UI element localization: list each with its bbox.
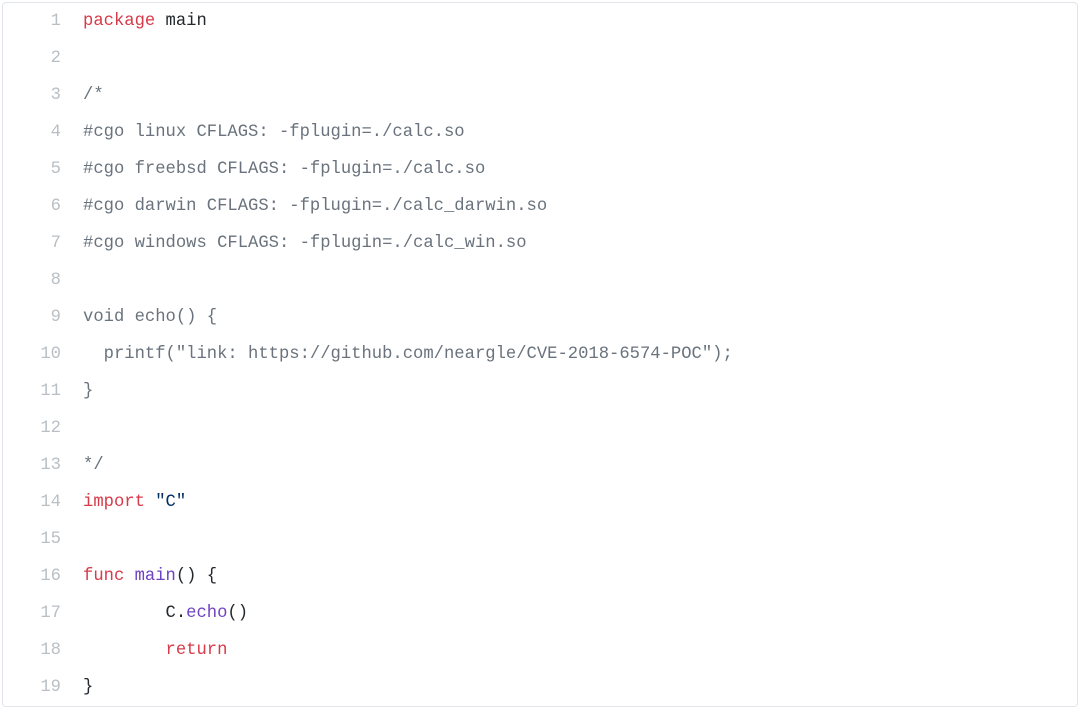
code-content: import "C" [83,484,186,521]
code-token [124,567,134,586]
code-content: func main() { [83,558,217,595]
code-content: /* [83,77,104,114]
code-line: 15 [3,521,1077,558]
code-content: */ [83,447,104,484]
code-line: 11} [3,373,1077,410]
code-content: void echo() { [83,299,217,336]
code-token [83,641,166,660]
code-token: package [83,12,155,31]
line-number: 1 [3,3,83,40]
code-token: echo [186,604,227,623]
line-number: 18 [3,632,83,669]
code-content: package main [83,3,207,40]
code-line: 4#cgo linux CFLAGS: -fplugin=./calc.so [3,114,1077,151]
line-number: 10 [3,336,83,373]
code-line: 17 C.echo() [3,595,1077,632]
code-token: () [227,604,248,623]
line-number: 5 [3,151,83,188]
line-number: 12 [3,410,83,447]
code-token: printf("link: https://github.com/neargle… [83,345,733,364]
code-line: 10 printf("link: https://github.com/near… [3,336,1077,373]
line-number: 3 [3,77,83,114]
code-token: () { [176,567,217,586]
code-content: #cgo linux CFLAGS: -fplugin=./calc.so [83,114,465,151]
code-line: 12 [3,410,1077,447]
line-number: 11 [3,373,83,410]
code-token [155,12,165,31]
code-line: 18 return [3,632,1077,669]
line-number: 7 [3,225,83,262]
line-number: 2 [3,40,83,77]
code-line: 6#cgo darwin CFLAGS: -fplugin=./calc_dar… [3,188,1077,225]
code-content: #cgo darwin CFLAGS: -fplugin=./calc_darw… [83,188,547,225]
code-content: return [83,632,227,669]
code-token: #cgo darwin CFLAGS: -fplugin=./calc_darw… [83,197,547,216]
code-token: } [83,382,93,401]
code-token: C. [83,604,186,623]
code-content: #cgo windows CFLAGS: -fplugin=./calc_win… [83,225,527,262]
line-number: 4 [3,114,83,151]
line-number: 19 [3,669,83,706]
code-token: main [166,12,207,31]
code-token: "C" [155,493,186,512]
code-content: #cgo freebsd CFLAGS: -fplugin=./calc.so [83,151,485,188]
line-number: 15 [3,521,83,558]
code-content: } [83,373,93,410]
code-token: /* [83,86,104,105]
line-number: 17 [3,595,83,632]
code-token: return [166,641,228,660]
line-number: 13 [3,447,83,484]
code-content: printf("link: https://github.com/neargle… [83,336,733,373]
code-line: 3/* [3,77,1077,114]
code-block: 1package main23/*4#cgo linux CFLAGS: -fp… [2,2,1078,707]
line-number: 6 [3,188,83,225]
line-number: 8 [3,262,83,299]
code-token: #cgo windows CFLAGS: -fplugin=./calc_win… [83,234,527,253]
code-line: 2 [3,40,1077,77]
code-token: main [135,567,176,586]
code-line: 13*/ [3,447,1077,484]
line-number: 16 [3,558,83,595]
code-token: } [83,678,93,697]
code-line: 19} [3,669,1077,706]
code-line: 9void echo() { [3,299,1077,336]
code-token: #cgo linux CFLAGS: -fplugin=./calc.so [83,123,465,142]
code-token: import [83,493,145,512]
code-line: 1package main [3,3,1077,40]
code-token [145,493,155,512]
code-content: } [83,669,93,706]
line-number: 9 [3,299,83,336]
code-line: 7#cgo windows CFLAGS: -fplugin=./calc_wi… [3,225,1077,262]
code-line: 16func main() { [3,558,1077,595]
code-token: func [83,567,124,586]
code-token: */ [83,456,104,475]
line-number: 14 [3,484,83,521]
code-token: #cgo freebsd CFLAGS: -fplugin=./calc.so [83,160,485,179]
code-content: C.echo() [83,595,248,632]
code-line: 14import "C" [3,484,1077,521]
code-line: 5#cgo freebsd CFLAGS: -fplugin=./calc.so [3,151,1077,188]
code-line: 8 [3,262,1077,299]
code-token: void echo() { [83,308,217,327]
